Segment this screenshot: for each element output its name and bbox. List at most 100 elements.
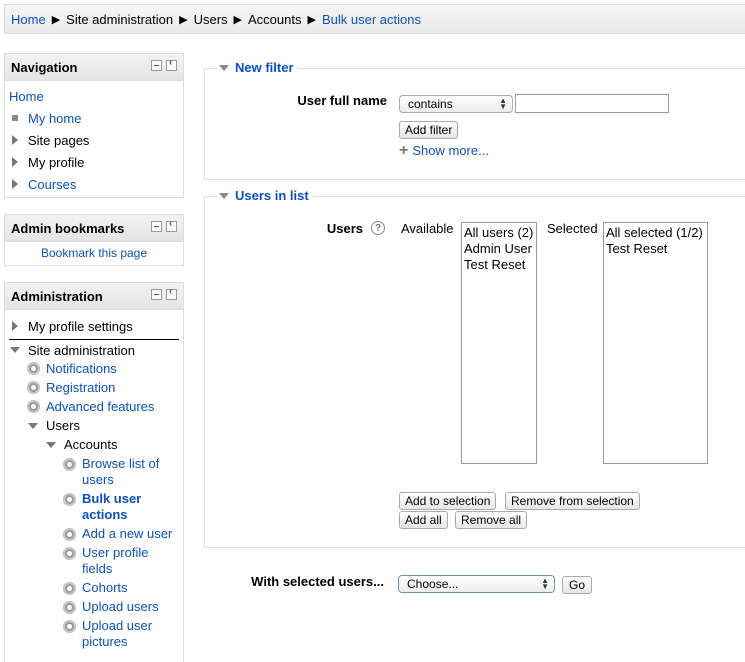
navigation-title: Navigation: [11, 59, 78, 75]
select-arrows-icon: ▲ ▼: [499, 96, 507, 111]
bullet-icon: [12, 115, 18, 121]
admin-item-registration[interactable]: Registration: [27, 378, 183, 397]
with-selected-users-label: With selected users...: [251, 574, 384, 589]
collapse-arrow-icon[interactable]: [28, 422, 38, 429]
gear-icon: [27, 362, 40, 375]
nav-item-label: Site pages: [28, 132, 90, 148]
admin-item-users[interactable]: Users: [27, 416, 183, 435]
plus-icon: +: [399, 141, 409, 159]
add-filter-button[interactable]: Add filter: [399, 121, 459, 139]
admin-item-site-administration[interactable]: Site administration: [9, 341, 183, 359]
selected-label: Selected: [547, 221, 598, 236]
minimize-icon[interactable]: [151, 60, 162, 71]
gear-icon: [63, 547, 76, 560]
gear-icon: [27, 400, 40, 413]
admin-item-accounts[interactable]: Accounts: [45, 435, 183, 454]
select-arrows-icon: ▲ ▼: [541, 576, 549, 591]
expand-arrow-icon[interactable]: [12, 321, 18, 331]
admin-item-advanced-features[interactable]: Advanced features: [27, 397, 183, 416]
admin-bookmarks-title: Admin bookmarks: [11, 220, 125, 236]
available-label: Available: [401, 221, 454, 236]
show-more-link[interactable]: + Show more...: [399, 141, 489, 159]
admin-item-upload-user-pictures[interactable]: Upload user pictures: [63, 618, 183, 650]
breadcrumb-separator-icon: ▶: [179, 13, 188, 26]
users-in-list-section: Users in list Users ? Available All user…: [204, 188, 745, 548]
users-label: Users: [326, 221, 363, 236]
help-icon[interactable]: ?: [371, 221, 385, 235]
users-in-list-legend[interactable]: Users in list: [217, 188, 313, 203]
nav-home-link[interactable]: Home: [9, 89, 44, 104]
gear-icon: [63, 493, 76, 506]
remove-from-selection-button[interactable]: Remove from selection: [505, 492, 640, 510]
bulk-action-select[interactable]: Choose... ▲ ▼: [398, 575, 555, 593]
divider: [9, 339, 179, 340]
gear-icon: [63, 582, 76, 595]
gear-icon: [63, 601, 76, 614]
breadcrumb-site-administration[interactable]: Site administration: [66, 12, 173, 27]
dock-icon[interactable]: [166, 57, 177, 71]
collapse-arrow-icon[interactable]: [219, 192, 229, 199]
selected-users-list[interactable]: All selected (1/2) Test Reset: [603, 222, 708, 464]
admin-item-notifications[interactable]: Notifications: [27, 359, 183, 378]
breadcrumb: Home ▶ Site administration ▶ Users ▶ Acc…: [4, 4, 745, 34]
nav-item-label[interactable]: My home: [28, 111, 81, 126]
dock-icon[interactable]: [166, 286, 177, 300]
administration-header: Administration: [5, 283, 183, 310]
nav-item-site-pages[interactable]: Site pages: [9, 129, 183, 151]
list-option[interactable]: All users (2): [464, 225, 534, 241]
admin-bookmarks-block: Admin bookmarks Bookmark this page: [4, 214, 184, 266]
nav-item-my-profile[interactable]: My profile: [9, 151, 183, 173]
remove-all-button[interactable]: Remove all: [455, 511, 528, 529]
nav-item-my-home[interactable]: My home: [9, 107, 183, 129]
gear-icon: [63, 458, 76, 471]
collapse-arrow-icon[interactable]: [10, 347, 20, 353]
nav-item-label[interactable]: Courses: [28, 177, 76, 192]
new-filter-section: New filter User full name contains ▲ ▼ Ad…: [204, 60, 745, 180]
nav-item-courses[interactable]: Courses: [9, 173, 183, 195]
filter-value-input[interactable]: [515, 94, 669, 113]
breadcrumb-home[interactable]: Home: [11, 12, 46, 27]
collapse-arrow-icon[interactable]: [219, 64, 229, 71]
expand-arrow-icon[interactable]: [12, 179, 18, 189]
navigation-block: Navigation Home My home Site pages My pr…: [4, 53, 184, 198]
user-full-name-label: User full name: [297, 93, 387, 108]
dock-icon[interactable]: [166, 218, 177, 232]
expand-arrow-icon[interactable]: [12, 157, 18, 167]
administration-title: Administration: [11, 288, 103, 304]
new-filter-legend[interactable]: New filter: [217, 60, 298, 75]
breadcrumb-users[interactable]: Users: [194, 12, 228, 27]
admin-item-bulk-user-actions[interactable]: Bulk user actions: [63, 491, 183, 523]
go-button[interactable]: Go: [562, 576, 592, 594]
list-option[interactable]: Test Reset: [464, 257, 534, 273]
nav-item-label: My profile: [28, 154, 85, 170]
breadcrumb-accounts[interactable]: Accounts: [248, 12, 301, 27]
admin-item-upload-users[interactable]: Upload users: [63, 599, 183, 615]
admin-item-user-profile-fields[interactable]: User profile fields: [63, 545, 183, 577]
list-option[interactable]: All selected (1/2): [606, 225, 705, 241]
list-option[interactable]: Test Reset: [606, 241, 705, 257]
admin-item-add-new-user[interactable]: Add a new user: [63, 526, 183, 542]
admin-bookmarks-header: Admin bookmarks: [5, 215, 183, 242]
breadcrumb-separator-icon: ▶: [51, 13, 61, 26]
available-users-list[interactable]: All users (2) Admin User Test Reset: [461, 222, 537, 464]
admin-item-cohorts[interactable]: Cohorts: [63, 580, 183, 596]
bookmark-this-page-link[interactable]: Bookmark this page: [41, 246, 147, 260]
breadcrumb-bulk-user-actions[interactable]: Bulk user actions: [322, 12, 421, 27]
gear-icon: [27, 381, 40, 394]
administration-block: Administration My profile settings Site …: [4, 282, 184, 662]
gear-icon: [63, 620, 76, 633]
add-to-selection-button[interactable]: Add to selection: [399, 492, 497, 510]
breadcrumb-separator-icon: ▶: [233, 13, 242, 26]
expand-arrow-icon[interactable]: [12, 135, 18, 145]
filter-operator-select[interactable]: contains ▲ ▼: [399, 95, 513, 113]
add-all-button[interactable]: Add all: [399, 511, 448, 529]
navigation-block-header: Navigation: [5, 54, 183, 81]
admin-item-my-profile-settings[interactable]: My profile settings: [9, 314, 183, 338]
admin-item-browse-users[interactable]: Browse list of users: [63, 456, 183, 488]
collapse-arrow-icon[interactable]: [46, 441, 56, 448]
minimize-icon[interactable]: [151, 221, 162, 232]
gear-icon: [63, 528, 76, 541]
breadcrumb-separator-icon: ▶: [307, 13, 316, 26]
list-option[interactable]: Admin User: [464, 241, 534, 257]
minimize-icon[interactable]: [151, 289, 162, 300]
